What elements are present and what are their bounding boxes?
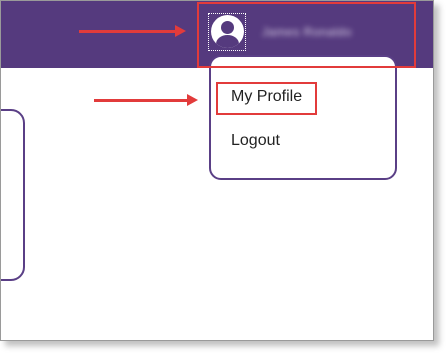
content-card (1, 109, 25, 281)
screenshot-frame: James Ronaldo My Profile Logout (0, 0, 434, 341)
menu-item-logout[interactable]: Logout (231, 132, 280, 150)
annotation-arrow-right-icon (94, 94, 198, 106)
annotation-highlight-my-profile (216, 82, 317, 115)
annotation-highlight-user-menu (197, 2, 416, 68)
user-dropdown-menu: My Profile Logout (209, 55, 397, 180)
annotation-arrow-right-icon (79, 25, 186, 37)
